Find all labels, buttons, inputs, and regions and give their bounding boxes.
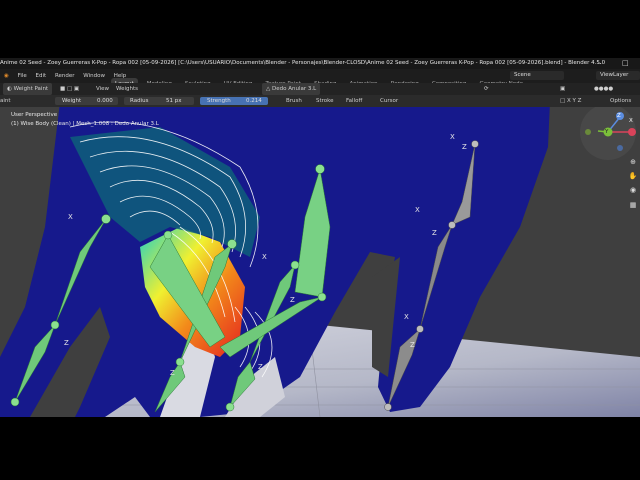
tool-settings-bar: aint Weight 0.000 Radius 51 px Strength … <box>0 95 640 107</box>
viewlayer-name: ViewLayer <box>600 72 629 78</box>
menu-options[interactable]: Options <box>610 95 631 107</box>
window-title: Anime 02 Seed - Zoey Guerreras K-Pop - R… <box>0 60 606 66</box>
svg-text:Z: Z <box>64 339 69 347</box>
strength-field[interactable]: Strength 0.214 <box>200 97 268 105</box>
strength-value: 0.214 <box>246 98 262 104</box>
camera-view-icon[interactable]: ◉ <box>628 185 638 195</box>
svg-text:Z: Z <box>462 143 467 151</box>
radius-value: 51 px <box>166 98 182 104</box>
menu-file[interactable]: File <box>18 69 27 83</box>
menu-view[interactable]: View <box>96 83 109 95</box>
svg-text:X: X <box>404 313 409 321</box>
menu-edit[interactable]: Edit <box>36 69 47 83</box>
gizmo-y-label[interactable]: Y <box>605 129 608 135</box>
pan-hand-icon[interactable]: ✋ <box>628 171 638 181</box>
mode-selector[interactable]: ◐ Weight Paint <box>3 83 53 95</box>
menu-falloff[interactable]: Falloff <box>346 95 362 107</box>
svg-text:X: X <box>262 253 267 261</box>
svg-text:Z: Z <box>290 296 295 304</box>
viewlayer-selector[interactable]: ViewLayer <box>596 71 640 80</box>
svg-text:Z: Z <box>170 369 175 377</box>
weight-field[interactable]: Weight 0.000 <box>55 97 118 105</box>
svg-text:X: X <box>68 213 73 221</box>
scene-name: Scene <box>514 72 531 78</box>
select-mask-icons[interactable]: ■ □ ▣ <box>60 83 79 95</box>
vertex-group-selector[interactable]: △ Dedo Anular 3.L <box>262 83 321 95</box>
vertex-group-icon: △ <box>266 86 271 92</box>
maximize-icon[interactable]: □ <box>622 58 629 69</box>
radius-field[interactable]: Radius 51 px <box>124 97 194 105</box>
zoom-icon[interactable]: ⊕ <box>628 157 638 167</box>
menu-render[interactable]: Render <box>55 69 75 83</box>
shading-modes-icon[interactable]: ●●●● <box>594 83 613 95</box>
menu-cursor[interactable]: Cursor <box>380 95 398 107</box>
strength-label: Strength <box>207 98 231 104</box>
menu-window[interactable]: Window <box>83 69 105 83</box>
menu-brush[interactable]: Brush <box>286 95 302 107</box>
letterbox-bottom <box>0 417 640 480</box>
gizmo-x-label[interactable]: X <box>629 118 633 124</box>
viewport-header: ◐ Weight Paint ■ □ ▣ View Weights △ Dedo… <box>0 83 640 95</box>
view-name: User Perspective <box>11 112 58 118</box>
viewport-scene: XZ XZ XZ XZ ZX ZZ <box>0 107 640 417</box>
3d-viewport[interactable]: XZ XZ XZ XZ ZX ZZ User Perspective (1) W… <box>0 107 640 417</box>
svg-text:X: X <box>415 206 420 214</box>
weight-label: Weight <box>62 98 82 104</box>
letterbox-top <box>0 0 640 60</box>
mode-short: aint <box>0 98 11 104</box>
menu-weights[interactable]: Weights <box>116 83 138 95</box>
svg-text:Z: Z <box>410 341 415 349</box>
axis-lock-icons[interactable]: □ X Y Z <box>560 95 581 107</box>
svg-text:X: X <box>450 133 455 141</box>
ortho-grid-icon[interactable]: ▦ <box>628 200 638 210</box>
weight-paint-icon: ◐ <box>7 86 12 92</box>
object-info: (1) Wise Body (Clean) | Mesh_1.008 : Ded… <box>11 121 159 127</box>
menu-stroke[interactable]: Stroke <box>316 95 334 107</box>
xray-toggle-icon[interactable]: ▣ <box>560 83 565 95</box>
gizmo-z-label[interactable]: Z <box>617 113 621 119</box>
gizmo-toggle-icon[interactable]: ⟳ <box>484 83 489 95</box>
vertex-group-label: Dedo Anular 3.L <box>271 86 317 92</box>
workspace-tabs: Layout Modeling Sculpting UV Editing Tex… <box>111 70 527 90</box>
svg-text:Z: Z <box>258 363 263 371</box>
weight-value: 0.000 <box>97 98 113 104</box>
blender-logo-icon[interactable]: ◉ <box>4 69 9 83</box>
minimize-icon[interactable]: – <box>598 58 602 69</box>
window-titlebar: Anime 02 Seed - Zoey Guerreras K-Pop - R… <box>0 58 640 69</box>
mode-label: Weight Paint <box>13 86 49 92</box>
scene-selector[interactable]: Scene <box>510 71 564 80</box>
svg-text:Z: Z <box>432 229 437 237</box>
radius-label: Radius <box>130 98 149 104</box>
